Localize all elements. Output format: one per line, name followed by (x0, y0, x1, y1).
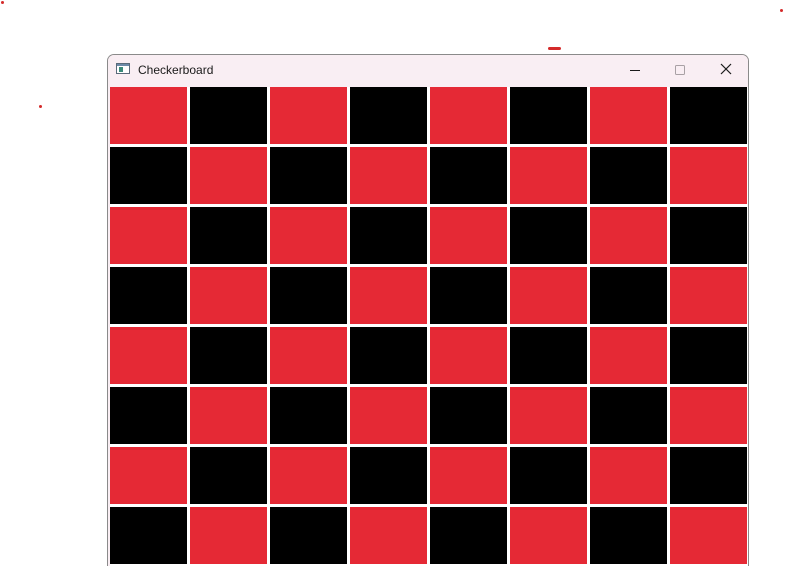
red-square (670, 267, 747, 324)
black-square (430, 267, 507, 324)
red-square (670, 387, 747, 444)
red-square (510, 507, 587, 564)
red-square (350, 507, 427, 564)
red-square (350, 267, 427, 324)
black-square (510, 327, 587, 384)
close-icon (720, 63, 732, 75)
black-square (110, 267, 187, 324)
checkerboard-window[interactable]: Checkerboard (107, 54, 749, 566)
red-square (190, 267, 267, 324)
black-square (510, 447, 587, 504)
red-square (270, 327, 347, 384)
black-square (350, 207, 427, 264)
title-bar[interactable]: Checkerboard (108, 55, 748, 87)
black-square (670, 447, 747, 504)
red-square (670, 147, 747, 204)
stray-dot-top-left (1, 1, 4, 4)
red-square (590, 327, 667, 384)
black-square (110, 387, 187, 444)
red-square (270, 87, 347, 144)
minimize-icon (630, 70, 640, 71)
maximize-icon (675, 65, 685, 75)
red-square (270, 447, 347, 504)
red-square (350, 147, 427, 204)
red-square (590, 207, 667, 264)
desktop-background: Checkerboard (0, 0, 786, 566)
black-square (430, 147, 507, 204)
red-square (350, 387, 427, 444)
minimize-button[interactable] (611, 55, 657, 85)
red-square (590, 447, 667, 504)
black-square (190, 447, 267, 504)
red-square (430, 207, 507, 264)
red-square (590, 87, 667, 144)
black-square (110, 507, 187, 564)
black-square (590, 387, 667, 444)
black-square (190, 87, 267, 144)
red-square (110, 447, 187, 504)
black-square (430, 387, 507, 444)
red-square (110, 327, 187, 384)
black-square (670, 327, 747, 384)
red-square (510, 147, 587, 204)
stray-dot-top-right (780, 9, 783, 12)
close-button[interactable] (703, 55, 748, 85)
black-square (670, 207, 747, 264)
black-square (350, 447, 427, 504)
maximize-button[interactable] (657, 55, 703, 85)
app-window-icon (116, 63, 130, 74)
stray-dash-top (548, 47, 561, 50)
red-square (270, 207, 347, 264)
red-square (190, 387, 267, 444)
red-square (510, 267, 587, 324)
red-square (510, 387, 587, 444)
black-square (590, 507, 667, 564)
red-square (110, 87, 187, 144)
black-square (510, 207, 587, 264)
black-square (190, 327, 267, 384)
checkerboard-grid (110, 87, 748, 566)
black-square (590, 147, 667, 204)
red-square (430, 327, 507, 384)
stray-dot-left (39, 105, 42, 108)
black-square (350, 87, 427, 144)
black-square (190, 207, 267, 264)
black-square (270, 507, 347, 564)
window-title: Checkerboard (138, 63, 214, 77)
black-square (430, 507, 507, 564)
red-square (190, 507, 267, 564)
black-square (110, 147, 187, 204)
red-square (670, 507, 747, 564)
black-square (590, 267, 667, 324)
red-square (190, 147, 267, 204)
black-square (350, 327, 427, 384)
red-square (430, 87, 507, 144)
black-square (510, 87, 587, 144)
black-square (270, 387, 347, 444)
red-square (110, 207, 187, 264)
black-square (270, 147, 347, 204)
red-square (430, 447, 507, 504)
black-square (270, 267, 347, 324)
black-square (670, 87, 747, 144)
